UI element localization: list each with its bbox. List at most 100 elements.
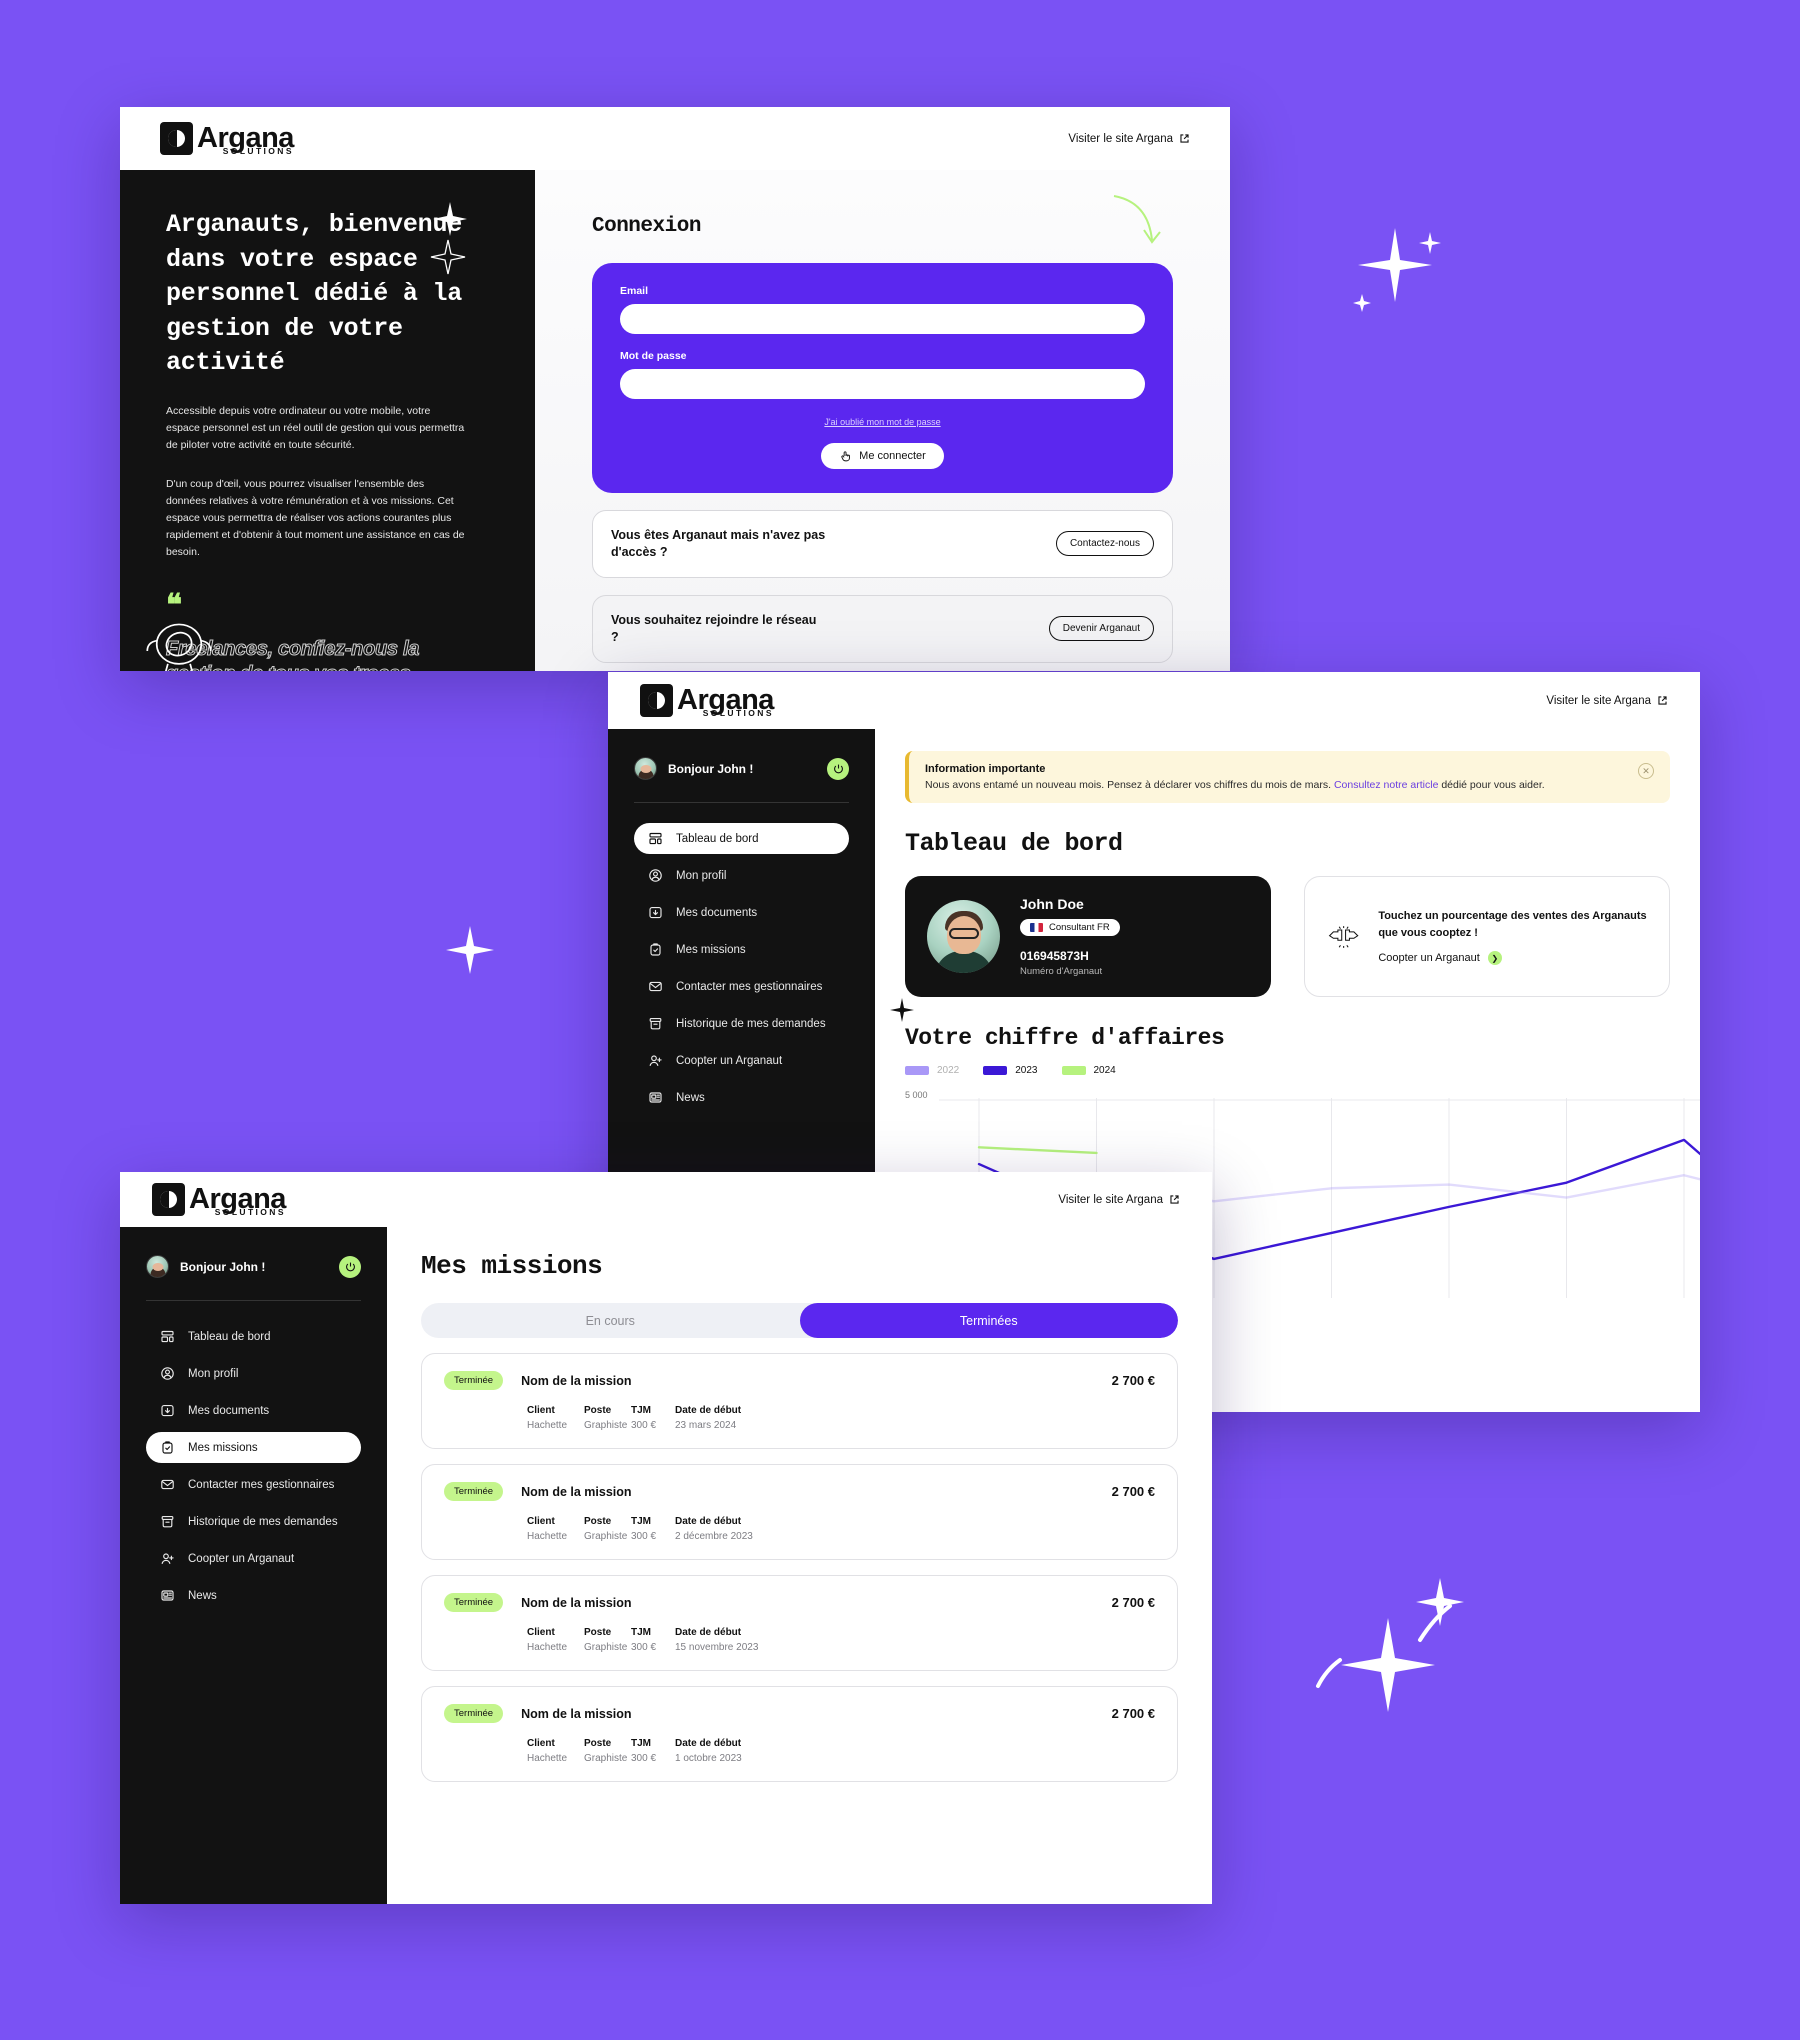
argana-logo[interactable]: Argana SOLUTIONS <box>160 122 294 155</box>
password-label: Mot de passe <box>620 350 687 362</box>
sidebar-item-label: Mes documents <box>676 906 758 919</box>
sidebar-item-label: Mes documents <box>188 1404 270 1417</box>
alert-body-before: Nous avons entamé un nouveau mois. Pense… <box>925 779 1334 791</box>
visit-site-link-missions[interactable]: Visiter le site Argana <box>1058 1194 1180 1206</box>
news-icon <box>161 1590 174 1601</box>
sparkle-decoration-bottom-right <box>1316 1578 1464 1712</box>
profile-card: John Doe Consultant FR 016945873H Numéro… <box>905 876 1271 997</box>
tab-en-cours[interactable]: En cours <box>421 1303 800 1338</box>
arganaut-number: 016945873H <box>1020 949 1089 963</box>
legend-item-2022: 2022 <box>905 1065 959 1076</box>
mission-poste: Graphiste <box>584 1753 628 1764</box>
document-download-icon <box>649 907 662 919</box>
mission-client: Hachette <box>527 1531 568 1542</box>
greeting-label: Bonjour John ! <box>668 761 754 776</box>
mission-date: 1 octobre 2023 <box>675 1753 742 1764</box>
sidebar-item-news[interactable]: News <box>146 1580 361 1611</box>
status-badge: Terminée <box>444 1371 504 1390</box>
mission-poste: Graphiste <box>584 1642 628 1653</box>
sidebar-item-coopter-un-arganaut[interactable]: Coopter un Arganaut <box>146 1543 361 1574</box>
missions-window: Argana SOLUTIONS Visiter le site Argana … <box>120 1172 1212 1904</box>
coopt-link[interactable]: Coopter un Arganaut ❯ <box>1378 951 1647 965</box>
login-submit-button[interactable]: Me connecter <box>821 443 944 469</box>
sidebar-item-contacter-mes-gestionnaires[interactable]: Contacter mes gestionnaires <box>634 971 849 1002</box>
email-input[interactable] <box>620 304 1145 334</box>
chart-y-tick: 5 000 <box>905 1090 928 1100</box>
column-header-tjm: TJM <box>631 1627 651 1638</box>
mission-name: Nom de la mission <box>521 1706 632 1721</box>
news-icon <box>649 1092 662 1103</box>
mission-card[interactable]: Terminée Nom de la mission 2 700 € Client Ha… <box>421 1353 1178 1449</box>
sidebar-item-contacter-mes-gestionnaires[interactable]: Contacter mes gestionnaires <box>146 1469 361 1500</box>
sidebar-item-news[interactable]: News <box>634 1082 849 1113</box>
password-input[interactable] <box>620 369 1145 399</box>
mission-card[interactable]: Terminée Nom de la mission 2 700 € Client Ha… <box>421 1464 1178 1560</box>
sidebar-nav-dashboard: Tableau de bord Mon profil Mes documents Me… <box>634 823 849 1113</box>
sidebar-item-mon-profil[interactable]: Mon profil <box>146 1358 361 1389</box>
column-header-client: Client <box>527 1738 555 1749</box>
column-header-poste: Poste <box>584 1516 612 1527</box>
argana-logo-missions[interactable]: Argana SOLUTIONS <box>152 1183 286 1216</box>
sidebar-item-label: Coopter un Arganaut <box>188 1552 295 1565</box>
visit-site-label: Visiter le site Argana <box>1068 132 1173 145</box>
helper-join-text: Vous souhaitez rejoindre le réseau ? <box>611 612 817 644</box>
sidebar-item-historique-de-mes-demandes[interactable]: Historique de mes demandes <box>146 1506 361 1537</box>
argana-logo-mark <box>640 684 673 717</box>
dashboard-topbar: Argana SOLUTIONS Visiter le site Argana <box>608 672 1700 729</box>
archive-icon <box>161 1516 174 1528</box>
mission-name: Nom de la mission <box>521 1484 632 1499</box>
login-submit-label: Me connecter <box>859 450 926 462</box>
fist-bump-icon <box>1328 925 1359 948</box>
tab-termin-es[interactable]: Terminées <box>799 1303 1178 1338</box>
status-badge: Terminée <box>444 1704 504 1723</box>
coopt-card[interactable]: Touchez un pourcentage des ventes des Ar… <box>1304 876 1670 997</box>
argana-logo-mark <box>160 122 193 155</box>
sidebar-item-mes-missions[interactable]: Mes missions <box>634 934 849 965</box>
alert-article-link[interactable]: Consultez notre article <box>1334 779 1438 791</box>
column-header-date: Date de début <box>675 1738 742 1749</box>
mission-card[interactable]: Terminée Nom de la mission 2 700 € Client Ha… <box>421 1686 1178 1782</box>
login-pane: Connexion Email Mot de passe J'ai oublié… <box>535 170 1230 671</box>
sidebar-item-tableau-de-bord[interactable]: Tableau de bord <box>634 823 849 854</box>
mission-tjm: 300 € <box>631 1531 657 1542</box>
dashboard-icon <box>649 832 662 845</box>
login-heading: Connexion <box>592 215 701 238</box>
close-icon[interactable]: ✕ <box>1638 763 1654 779</box>
sidebar-item-label: Mes missions <box>676 943 746 956</box>
sparkle-icon-chart <box>890 998 914 1022</box>
sidebar-item-label: Mon profil <box>188 1367 239 1380</box>
mission-date: 23 mars 2024 <box>675 1420 737 1431</box>
mission-name: Nom de la mission <box>521 1595 632 1610</box>
logout-button[interactable] <box>339 1255 361 1278</box>
visit-site-link-dashboard[interactable]: Visiter le site Argana <box>1546 695 1668 707</box>
logout-icon <box>833 764 843 774</box>
sidebar-item-mes-documents[interactable]: Mes documents <box>634 897 849 928</box>
sidebar-item-historique-de-mes-demandes[interactable]: Historique de mes demandes <box>634 1008 849 1039</box>
external-link-icon <box>1658 696 1667 705</box>
hero-paragraph-1: Accessible depuis votre ordinateur ou vo… <box>166 404 465 451</box>
sidebar-item-label: Tableau de bord <box>676 832 759 845</box>
sidebar-item-label: News <box>188 1589 217 1602</box>
sidebar-item-coopter-un-arganaut[interactable]: Coopter un Arganaut <box>634 1045 849 1076</box>
sidebar-item-mes-documents[interactable]: Mes documents <box>146 1395 361 1426</box>
contact-us-button[interactable]: Contactez-nous <box>1055 531 1154 557</box>
logout-button[interactable] <box>827 757 849 780</box>
legend-swatch <box>905 1066 929 1075</box>
important-info-banner: Information importante Nous avons entamé… <box>905 751 1670 803</box>
sidebar-item-mon-profil[interactable]: Mon profil <box>634 860 849 891</box>
visit-site-link[interactable]: Visiter le site Argana <box>1068 133 1190 145</box>
chart-title: Votre chiffre d'affaires <box>905 1025 1225 1051</box>
argana-logo-mark <box>152 1183 185 1216</box>
user-plus-icon <box>649 1055 662 1066</box>
become-arganaut-button[interactable]: Devenir Arganaut <box>1048 616 1154 642</box>
sidebar-user-row: Bonjour John ! <box>146 1255 361 1278</box>
sidebar-item-tableau-de-bord[interactable]: Tableau de bord <box>146 1321 361 1352</box>
column-header-client: Client <box>527 1405 555 1416</box>
mission-date: 15 novembre 2023 <box>675 1642 759 1653</box>
forgot-password-link[interactable]: J'ai oublié mon mot de passe <box>620 417 1145 427</box>
mission-card[interactable]: Terminée Nom de la mission 2 700 € Client Ha… <box>421 1575 1178 1671</box>
sidebar-item-mes-missions[interactable]: Mes missions <box>146 1432 361 1463</box>
legend-label: 2024 <box>1093 1065 1116 1076</box>
argana-logo-dashboard[interactable]: Argana SOLUTIONS <box>640 684 774 717</box>
user-plus-icon <box>161 1553 174 1564</box>
